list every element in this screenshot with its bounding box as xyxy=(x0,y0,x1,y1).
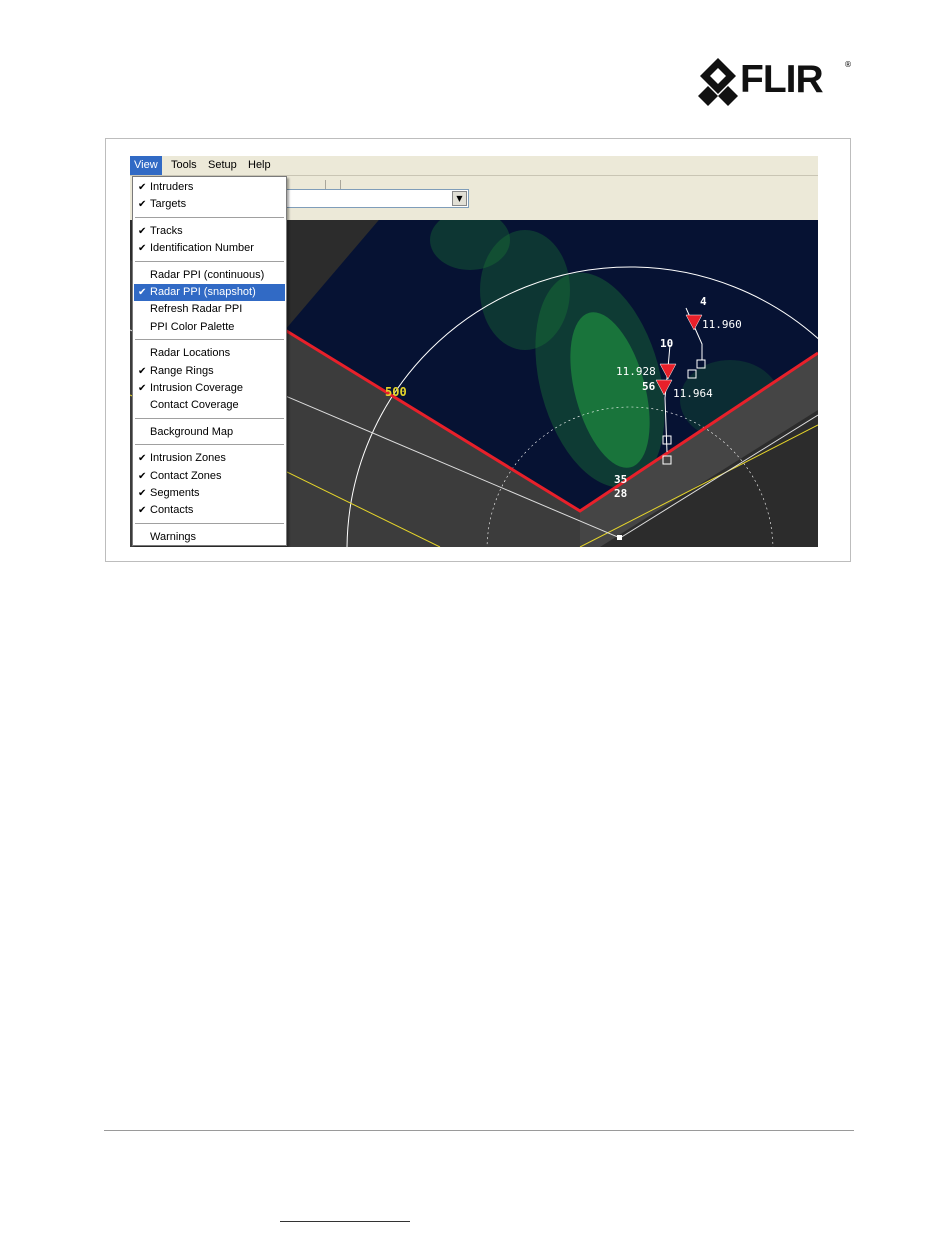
menu-item-label: Intruders xyxy=(150,181,194,193)
checkmark-icon: ✔ xyxy=(138,287,147,298)
footer-link-underline xyxy=(280,1221,410,1222)
checkmark-icon: ✔ xyxy=(138,243,147,255)
menu-view[interactable]: View xyxy=(130,156,162,175)
menu-item-contact-zones[interactable]: ✔ Contact Zones xyxy=(134,468,285,485)
segment-node xyxy=(617,535,622,540)
track-value-label: 11.960 xyxy=(702,318,742,331)
menu-separator xyxy=(135,339,284,342)
menu-item-refresh-radar-ppi[interactable]: Refresh Radar PPI xyxy=(134,301,285,318)
dropdown-arrow-icon[interactable]: ▼ xyxy=(452,191,467,206)
menu-help[interactable]: Help xyxy=(244,156,275,175)
footer-divider xyxy=(104,1130,854,1131)
menu-tools[interactable]: Tools xyxy=(167,156,201,175)
checkmark-icon: ✔ xyxy=(138,383,147,394)
checkmark-icon: ✔ xyxy=(138,470,147,482)
menu-item-label: Contact Zones xyxy=(150,469,222,482)
menu-item-label: Contacts xyxy=(150,504,194,517)
menu-item-segments[interactable]: ✔ Segments xyxy=(134,485,285,502)
menu-separator xyxy=(135,216,284,219)
menu-item-radar-locations[interactable]: Radar Locations xyxy=(134,345,285,362)
menu-item-label: Radar PPI (snapshot) xyxy=(150,286,256,298)
menu-item-label: Tracks xyxy=(150,224,183,237)
logo-wordmark: FLIR xyxy=(740,58,824,101)
menu-separator xyxy=(135,260,284,263)
checkmark-icon: ✔ xyxy=(138,453,147,465)
menu-item-warnings[interactable]: Warnings xyxy=(134,529,285,546)
checkmark-icon: ✔ xyxy=(138,225,147,237)
menu-item-label: Targets xyxy=(150,198,187,211)
range-ring-label: 500 xyxy=(385,385,407,399)
checkmark-icon: ✔ xyxy=(138,365,147,377)
menu-item-intrusion-coverage[interactable]: ✔ Intrusion Coverage xyxy=(134,380,285,397)
menu-item-background-map[interactable]: Background Map xyxy=(134,424,285,441)
radar-app-window: View Tools Setup Help ▼ 500 4 11.960 10 … xyxy=(130,156,818,547)
view-menu-dropdown: ✔ Intruders ✔ Targets ✔ Tracks ✔ Identification… xyxy=(132,176,287,546)
menu-item-identification-number[interactable]: ✔ Identification Number xyxy=(134,240,285,257)
menu-item-label: Range Rings xyxy=(150,364,214,377)
view-select-combo[interactable]: ▼ xyxy=(280,189,469,208)
menu-item-ppi-color-palette[interactable]: PPI Color Palette xyxy=(134,319,285,336)
track-id-label: 10 xyxy=(660,337,673,350)
track-id-label: 35 xyxy=(614,473,627,486)
menu-item-label: Radar Locations xyxy=(150,347,231,360)
track-value-label: 11.928 xyxy=(616,365,656,378)
menu-separator xyxy=(135,522,284,525)
track-id-label: 4 xyxy=(700,295,707,308)
menu-item-tracks[interactable]: ✔ Tracks xyxy=(134,223,285,240)
checkmark-icon: ✔ xyxy=(138,488,147,499)
menu-item-label: Background Map xyxy=(150,425,234,438)
menu-item-label: Refresh Radar PPI xyxy=(150,303,243,316)
menu-item-label: Identification Number xyxy=(150,242,254,255)
screenshot-figure: View Tools Setup Help ▼ 500 4 11.960 10 … xyxy=(105,138,851,562)
menu-item-radar-ppi-snapshot[interactable]: ✔ Radar PPI (snapshot) xyxy=(134,284,285,301)
registered-mark: ® xyxy=(844,60,852,69)
menu-item-contacts[interactable]: ✔ Contacts xyxy=(134,502,285,519)
track-value-label: 11.964 xyxy=(673,387,713,400)
checkmark-icon: ✔ xyxy=(138,199,147,211)
flir-diamond-icon xyxy=(698,58,738,106)
menu-item-label: Intrusion Coverage xyxy=(150,382,243,394)
menu-item-range-rings[interactable]: ✔ Range Rings xyxy=(134,363,285,380)
menu-item-label: Radar PPI (continuous) xyxy=(150,268,265,281)
track-id-label: 56 xyxy=(642,380,656,393)
menu-item-label: Warnings xyxy=(150,530,197,543)
checkmark-icon: ✔ xyxy=(138,505,147,517)
menu-item-label: Segments xyxy=(150,487,200,499)
track-id-label: 28 xyxy=(614,487,627,500)
menu-item-label: Contact Coverage xyxy=(150,399,239,412)
menu-item-label: PPI Color Palette xyxy=(150,320,235,333)
menu-setup[interactable]: Setup xyxy=(204,156,241,175)
menu-separator xyxy=(135,444,284,447)
menu-item-intrusion-zones[interactable]: ✔ Intrusion Zones xyxy=(134,450,285,467)
menu-separator xyxy=(135,417,284,420)
menu-item-intruders[interactable]: ✔ Intruders xyxy=(134,179,285,196)
menu-item-contact-coverage[interactable]: Contact Coverage xyxy=(134,397,285,414)
menu-item-targets[interactable]: ✔ Targets xyxy=(134,196,285,213)
flir-logo: FLIR ® xyxy=(698,56,852,106)
menu-item-radar-ppi-continuous[interactable]: Radar PPI (continuous) xyxy=(134,267,285,284)
checkmark-icon: ✔ xyxy=(138,182,147,193)
menu-item-label: Intrusion Zones xyxy=(150,452,226,465)
menu-bar: View Tools Setup Help xyxy=(130,156,818,176)
